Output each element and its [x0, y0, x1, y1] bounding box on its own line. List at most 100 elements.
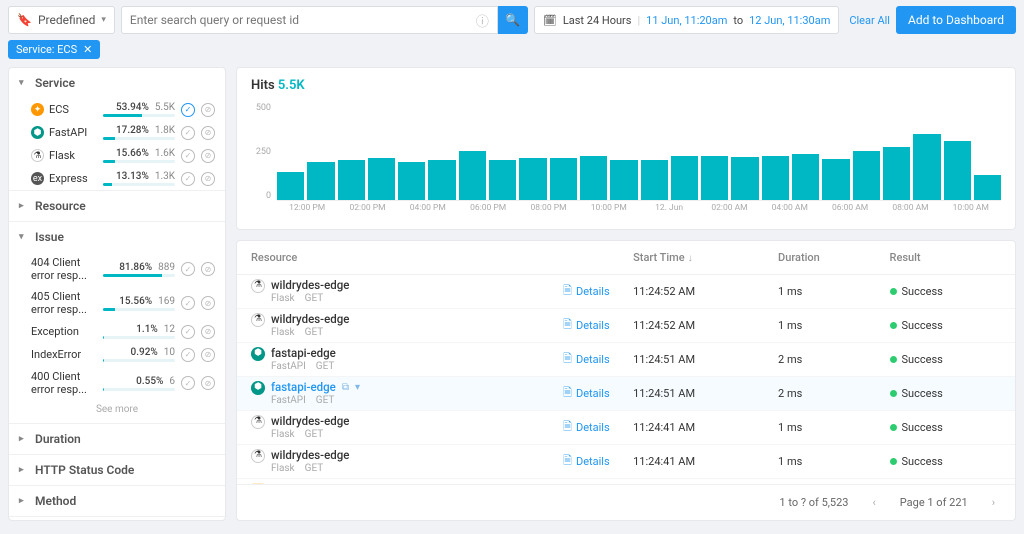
include-filter-icon[interactable]: ✓ — [181, 348, 195, 362]
details-link[interactable]: 🗎Details — [563, 384, 633, 403]
service-item[interactable]: ✦ECS 53.94%5.5K ✓ ⊘ — [9, 98, 225, 121]
table-row[interactable]: ⚗wildrydes-edge FlaskGET 🗎Details 11:24:… — [237, 411, 1015, 445]
resource-method: GET — [316, 395, 335, 407]
search-button[interactable]: 🔍 — [498, 6, 528, 34]
pager-next[interactable]: › — [986, 496, 1001, 509]
info-icon[interactable]: ⓘ — [476, 11, 489, 30]
search-input-wrap[interactable]: ⓘ — [121, 6, 498, 34]
resource-method: GET — [305, 293, 324, 305]
clear-all-link[interactable]: Clear All — [849, 14, 890, 27]
details-icon: 🗎 — [563, 316, 572, 335]
include-filter-icon[interactable]: ✓ — [181, 126, 195, 140]
details-link[interactable]: 🗎Details — [563, 418, 633, 437]
issue-item[interactable]: 405 Client error resp... 15.56%169 ✓ ⊘ — [9, 286, 225, 320]
time-range-picker[interactable]: 🗓 Last 24 Hours | 11 Jun, 11:20am to 12 … — [534, 6, 839, 34]
details-link[interactable]: 🗎Details — [563, 282, 633, 301]
duration: 1 ms — [778, 455, 889, 468]
exclude-filter-icon[interactable]: ⊘ — [201, 348, 215, 362]
close-icon[interactable]: ✕ — [83, 43, 92, 56]
col-start-time[interactable]: Start Time↓ — [633, 251, 778, 264]
search-input[interactable] — [130, 13, 476, 27]
chart-bar[interactable] — [550, 158, 577, 200]
chart-bar[interactable] — [459, 151, 486, 200]
pager-prev[interactable]: ‹ — [866, 496, 881, 509]
chart-bar[interactable] — [580, 156, 607, 200]
include-filter-icon[interactable]: ✓ — [181, 262, 195, 276]
chart-bar[interactable] — [398, 162, 425, 200]
section-resource[interactable]: ▸ Resource — [9, 190, 225, 221]
table-row[interactable]: ⚗wildrydes-edge FlaskGET 🗎Details 11:24:… — [237, 445, 1015, 479]
include-filter-icon[interactable]: ✓ — [181, 172, 195, 186]
chart-bar[interactable] — [307, 162, 334, 200]
chart-bar[interactable] — [822, 159, 849, 200]
chevron-right-icon: ▸ — [19, 465, 29, 475]
service-item[interactable]: ⬢FastAPI 17.28%1.8K ✓ ⊘ — [9, 121, 225, 144]
chart-bar[interactable] — [610, 160, 637, 200]
table-row[interactable]: ⬢fastapi-edge FastAPIGET 🗎Details 11:24:… — [237, 343, 1015, 377]
chart-bar[interactable] — [762, 156, 789, 200]
section-method[interactable]: ▸ Method — [9, 485, 225, 516]
exclude-filter-icon[interactable]: ⊘ — [201, 172, 215, 186]
issue-item[interactable]: Exception 1.1%12 ✓ ⊘ — [9, 320, 225, 343]
chart-bar[interactable] — [883, 147, 910, 200]
predefined-dropdown[interactable]: 🔖 Predefined ▾ — [8, 6, 115, 34]
service-item[interactable]: exExpress 13.13%1.3K ✓ ⊘ — [9, 167, 225, 190]
include-filter-icon[interactable]: ✓ — [181, 296, 195, 310]
copy-icon[interactable]: ⧉ — [342, 382, 349, 394]
details-icon: 🗎 — [563, 282, 572, 301]
include-filter-icon[interactable]: ✓ — [181, 325, 195, 339]
see-more-link[interactable]: See more — [9, 400, 225, 423]
chart-bar[interactable] — [731, 157, 758, 200]
chart-bar[interactable] — [792, 154, 819, 200]
table-row[interactable]: ⬢fastapi-edge ⧉ ▾ FastAPIGET 🗎Details 11… — [237, 377, 1015, 411]
exclude-filter-icon[interactable]: ⊘ — [201, 325, 215, 339]
table-row[interactable]: ⚗wildrydes-edge FlaskGET 🗎Details 11:24:… — [237, 309, 1015, 343]
chart-bar[interactable] — [368, 158, 395, 200]
exclude-filter-icon[interactable]: ⊘ — [201, 149, 215, 163]
issue-item[interactable]: IndexError 0.92%10 ✓ ⊘ — [9, 343, 225, 366]
col-resource[interactable]: Resource — [251, 251, 563, 264]
include-filter-icon[interactable]: ✓ — [181, 149, 195, 163]
chart-bar[interactable] — [974, 175, 1001, 200]
section-service[interactable]: ▾ Service — [9, 68, 225, 98]
exclude-filter-icon[interactable]: ⊘ — [201, 376, 215, 390]
details-icon: 🗎 — [563, 452, 572, 471]
section-issue[interactable]: ▾ Issue — [9, 221, 225, 252]
traces-table: Resource Start Time↓ Duration Result ⚗wi… — [236, 240, 1016, 521]
chart-bar[interactable] — [338, 160, 365, 200]
chart-bar[interactable] — [913, 134, 940, 201]
include-filter-icon[interactable]: ✓ — [181, 376, 195, 390]
chart-bar[interactable] — [944, 141, 971, 200]
details-link[interactable]: 🗎Details — [563, 350, 633, 369]
col-result[interactable]: Result — [890, 251, 1001, 264]
chart-bar[interactable] — [277, 172, 304, 201]
add-to-dashboard-button[interactable]: Add to Dashboard — [896, 6, 1016, 34]
issue-item[interactable]: 404 Client error resp... 81.86%889 ✓ ⊘ — [9, 252, 225, 286]
section-cold-start[interactable]: ▸ Cold Start No values — [9, 516, 225, 520]
chart-bar[interactable] — [671, 156, 698, 200]
col-duration[interactable]: Duration — [778, 251, 889, 264]
chart-bars[interactable] — [277, 105, 1001, 201]
exclude-filter-icon[interactable]: ⊘ — [201, 126, 215, 140]
chart-title: Hits 5.5K — [251, 78, 1001, 93]
sort-desc-icon: ↓ — [688, 253, 693, 264]
chart-bar[interactable] — [701, 156, 728, 200]
table-row[interactable]: ⚗wildrydes-edge FlaskGET 🗎Details 11:24:… — [237, 275, 1015, 309]
details-link[interactable]: 🗎Details — [563, 316, 633, 335]
chart-bar[interactable] — [853, 151, 880, 200]
section-duration[interactable]: ▸ Duration — [9, 423, 225, 454]
service-item[interactable]: ⚗Flask 15.66%1.6K ✓ ⊘ — [9, 144, 225, 167]
include-filter-icon[interactable]: ✓ — [181, 103, 195, 117]
exclude-filter-icon[interactable]: ⊘ — [201, 103, 215, 117]
chevron-down-icon[interactable]: ▾ — [355, 382, 360, 394]
chart-bar[interactable] — [489, 160, 516, 200]
exclude-filter-icon[interactable]: ⊘ — [201, 262, 215, 276]
section-http-status[interactable]: ▸ HTTP Status Code — [9, 454, 225, 485]
chart-bar[interactable] — [519, 158, 546, 200]
chart-bar[interactable] — [428, 160, 455, 200]
details-link[interactable]: 🗎Details — [563, 452, 633, 471]
filter-tag-service[interactable]: Service: ECS ✕ — [8, 40, 100, 59]
exclude-filter-icon[interactable]: ⊘ — [201, 296, 215, 310]
issue-item[interactable]: 400 Client error resp... 0.55%6 ✓ ⊘ — [9, 366, 225, 400]
chart-bar[interactable] — [641, 160, 668, 200]
